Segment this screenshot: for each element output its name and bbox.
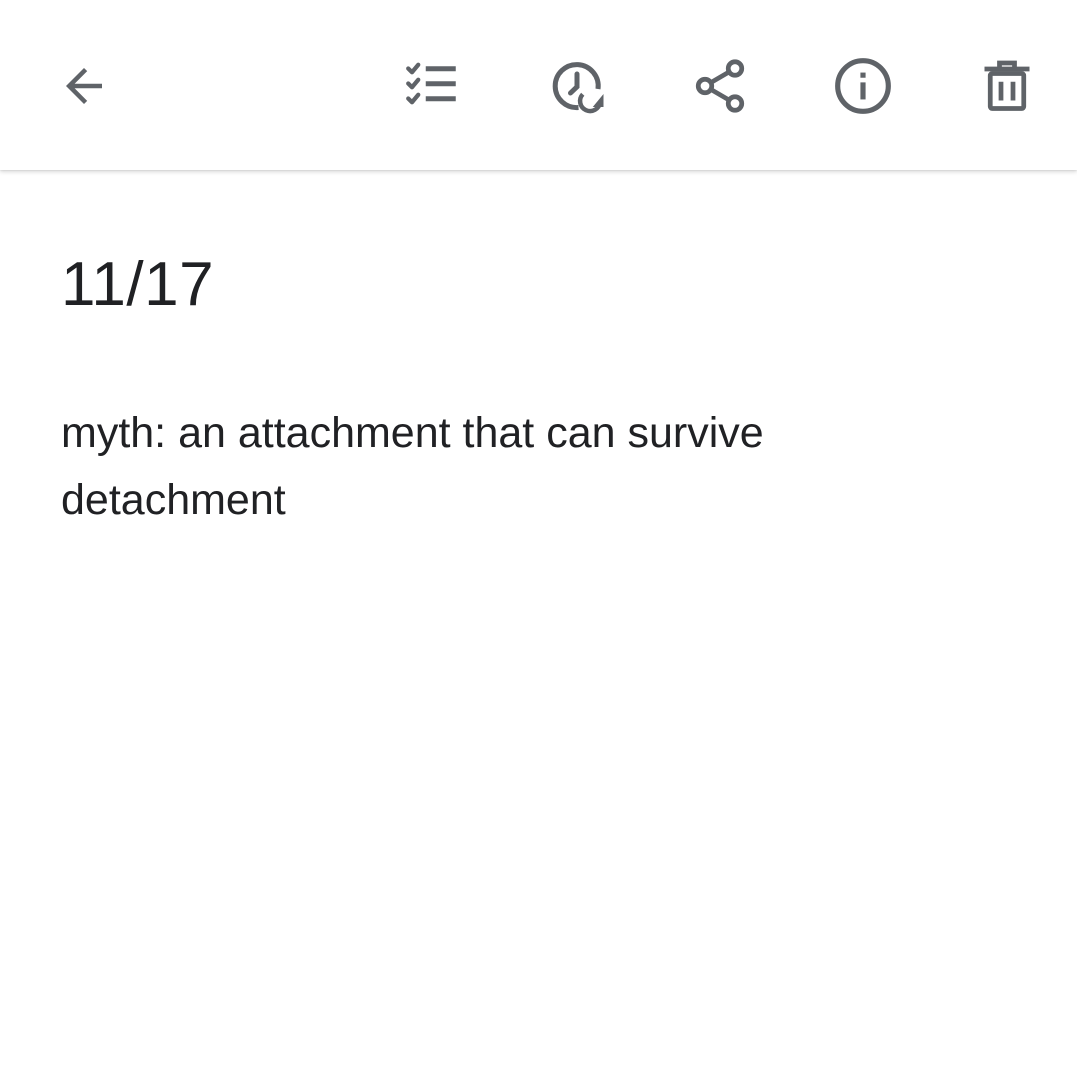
trash-icon bbox=[977, 56, 1037, 116]
delete-button[interactable] bbox=[962, 41, 1052, 131]
note-content: 11/17 myth: an attachment that can survi… bbox=[61, 245, 1021, 524]
share-icon bbox=[690, 56, 750, 116]
note-editor-screen: 11/17 myth: an attachment that can survi… bbox=[0, 0, 1077, 1091]
checklist-button[interactable] bbox=[387, 41, 477, 131]
reminder-button[interactable] bbox=[532, 41, 622, 131]
back-button[interactable] bbox=[39, 41, 129, 131]
share-button[interactable] bbox=[675, 41, 765, 131]
top-toolbar bbox=[0, 0, 1077, 170]
note-title[interactable]: 11/17 bbox=[61, 245, 1021, 325]
note-body[interactable]: myth: an attachment that can survive det… bbox=[61, 400, 891, 534]
checklist-icon bbox=[402, 56, 462, 116]
reminder-clock-icon bbox=[547, 56, 607, 116]
arrow-back-icon bbox=[57, 59, 111, 113]
info-icon bbox=[832, 55, 894, 117]
info-button[interactable] bbox=[818, 41, 908, 131]
